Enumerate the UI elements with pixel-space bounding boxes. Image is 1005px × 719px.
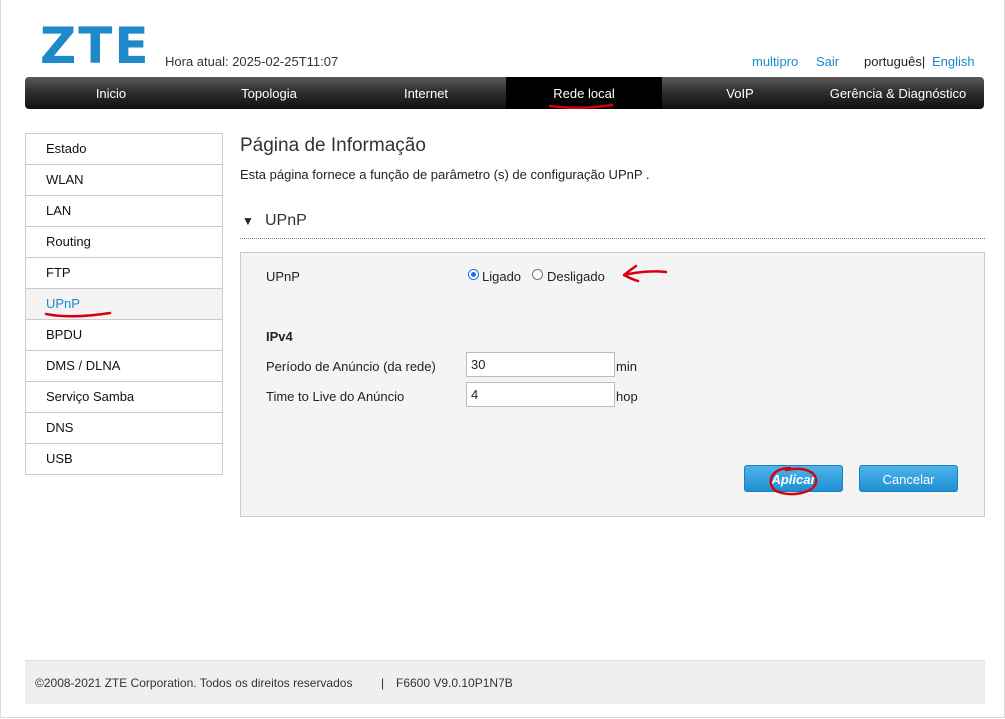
- sidebar-item-ftp[interactable]: FTP: [26, 258, 222, 289]
- collapse-triangle-icon[interactable]: ▼: [242, 214, 254, 228]
- apply-button[interactable]: Aplicar: [744, 465, 843, 492]
- user-link[interactable]: multipro: [752, 54, 798, 69]
- ttl-input[interactable]: [466, 382, 615, 407]
- page-title: Página de Informação: [240, 135, 426, 156]
- sidebar-item-estado[interactable]: Estado: [26, 134, 222, 165]
- radio-desligado[interactable]: [532, 269, 543, 280]
- page-description: Esta página fornece a função de parâmetr…: [240, 167, 650, 182]
- nav-internet[interactable]: Internet: [341, 77, 511, 109]
- period-input[interactable]: [466, 352, 615, 377]
- sidebar-item-samba[interactable]: Serviço Samba: [26, 382, 222, 413]
- period-unit: min: [616, 359, 637, 374]
- nav-voip[interactable]: VoIP: [662, 77, 818, 109]
- nav-topologia[interactable]: Topologia: [197, 77, 341, 109]
- footer-separator: |: [381, 676, 385, 690]
- sidebar-item-upnp[interactable]: UPnP: [26, 289, 222, 320]
- upnp-form-panel: UPnP Ligado Desligado IPv4 Período de An…: [240, 252, 985, 517]
- nav-inicio[interactable]: Inicio: [25, 77, 197, 109]
- sidebar-item-dms-dlna[interactable]: DMS / DLNA: [26, 351, 222, 382]
- main-nav: Inicio Topologia Internet Rede local VoI…: [25, 77, 984, 109]
- radio-desligado-label[interactable]: Desligado: [547, 269, 605, 284]
- ttl-label: Time to Live do Anúncio: [266, 389, 405, 404]
- lang-pt-link[interactable]: português|: [864, 54, 925, 69]
- sidebar-item-wlan[interactable]: WLAN: [26, 165, 222, 196]
- footer: ©2008-2021 ZTE Corporation. Todos os dir…: [25, 660, 985, 704]
- zte-logo: ZTE: [40, 17, 151, 75]
- ttl-unit: hop: [616, 389, 638, 404]
- radio-ligado-label[interactable]: Ligado: [482, 269, 521, 284]
- section-title: UPnP: [265, 212, 307, 229]
- footer-version: F6600 V9.0.10P1N7B: [396, 676, 513, 690]
- upnp-label: UPnP: [266, 269, 300, 284]
- sidebar-item-lan[interactable]: LAN: [26, 196, 222, 227]
- section-header-upnp[interactable]: ▼ UPnP: [240, 212, 985, 239]
- sidebar-item-dns[interactable]: DNS: [26, 413, 222, 444]
- sidebar-item-usb[interactable]: USB: [26, 444, 222, 475]
- sidebar: Estado WLAN LAN Routing FTP UPnP BPDU DM…: [25, 133, 223, 475]
- nav-rede-local[interactable]: Rede local: [506, 77, 662, 109]
- sidebar-item-bpdu[interactable]: BPDU: [26, 320, 222, 351]
- nav-gerencia[interactable]: Gerência & Diagnóstico: [818, 77, 978, 109]
- period-label: Período de Anúncio (da rede): [266, 359, 436, 374]
- sidebar-item-routing[interactable]: Routing: [26, 227, 222, 258]
- footer-copyright: ©2008-2021 ZTE Corporation. Todos os dir…: [35, 676, 353, 690]
- ipv4-heading: IPv4: [266, 329, 293, 344]
- logout-link[interactable]: Sair: [816, 54, 839, 69]
- radio-ligado[interactable]: [468, 269, 479, 280]
- current-time: Hora atual: 2025-02-25T11:07: [165, 54, 339, 69]
- cancel-button[interactable]: Cancelar: [859, 465, 958, 492]
- lang-en-link[interactable]: English: [932, 54, 975, 69]
